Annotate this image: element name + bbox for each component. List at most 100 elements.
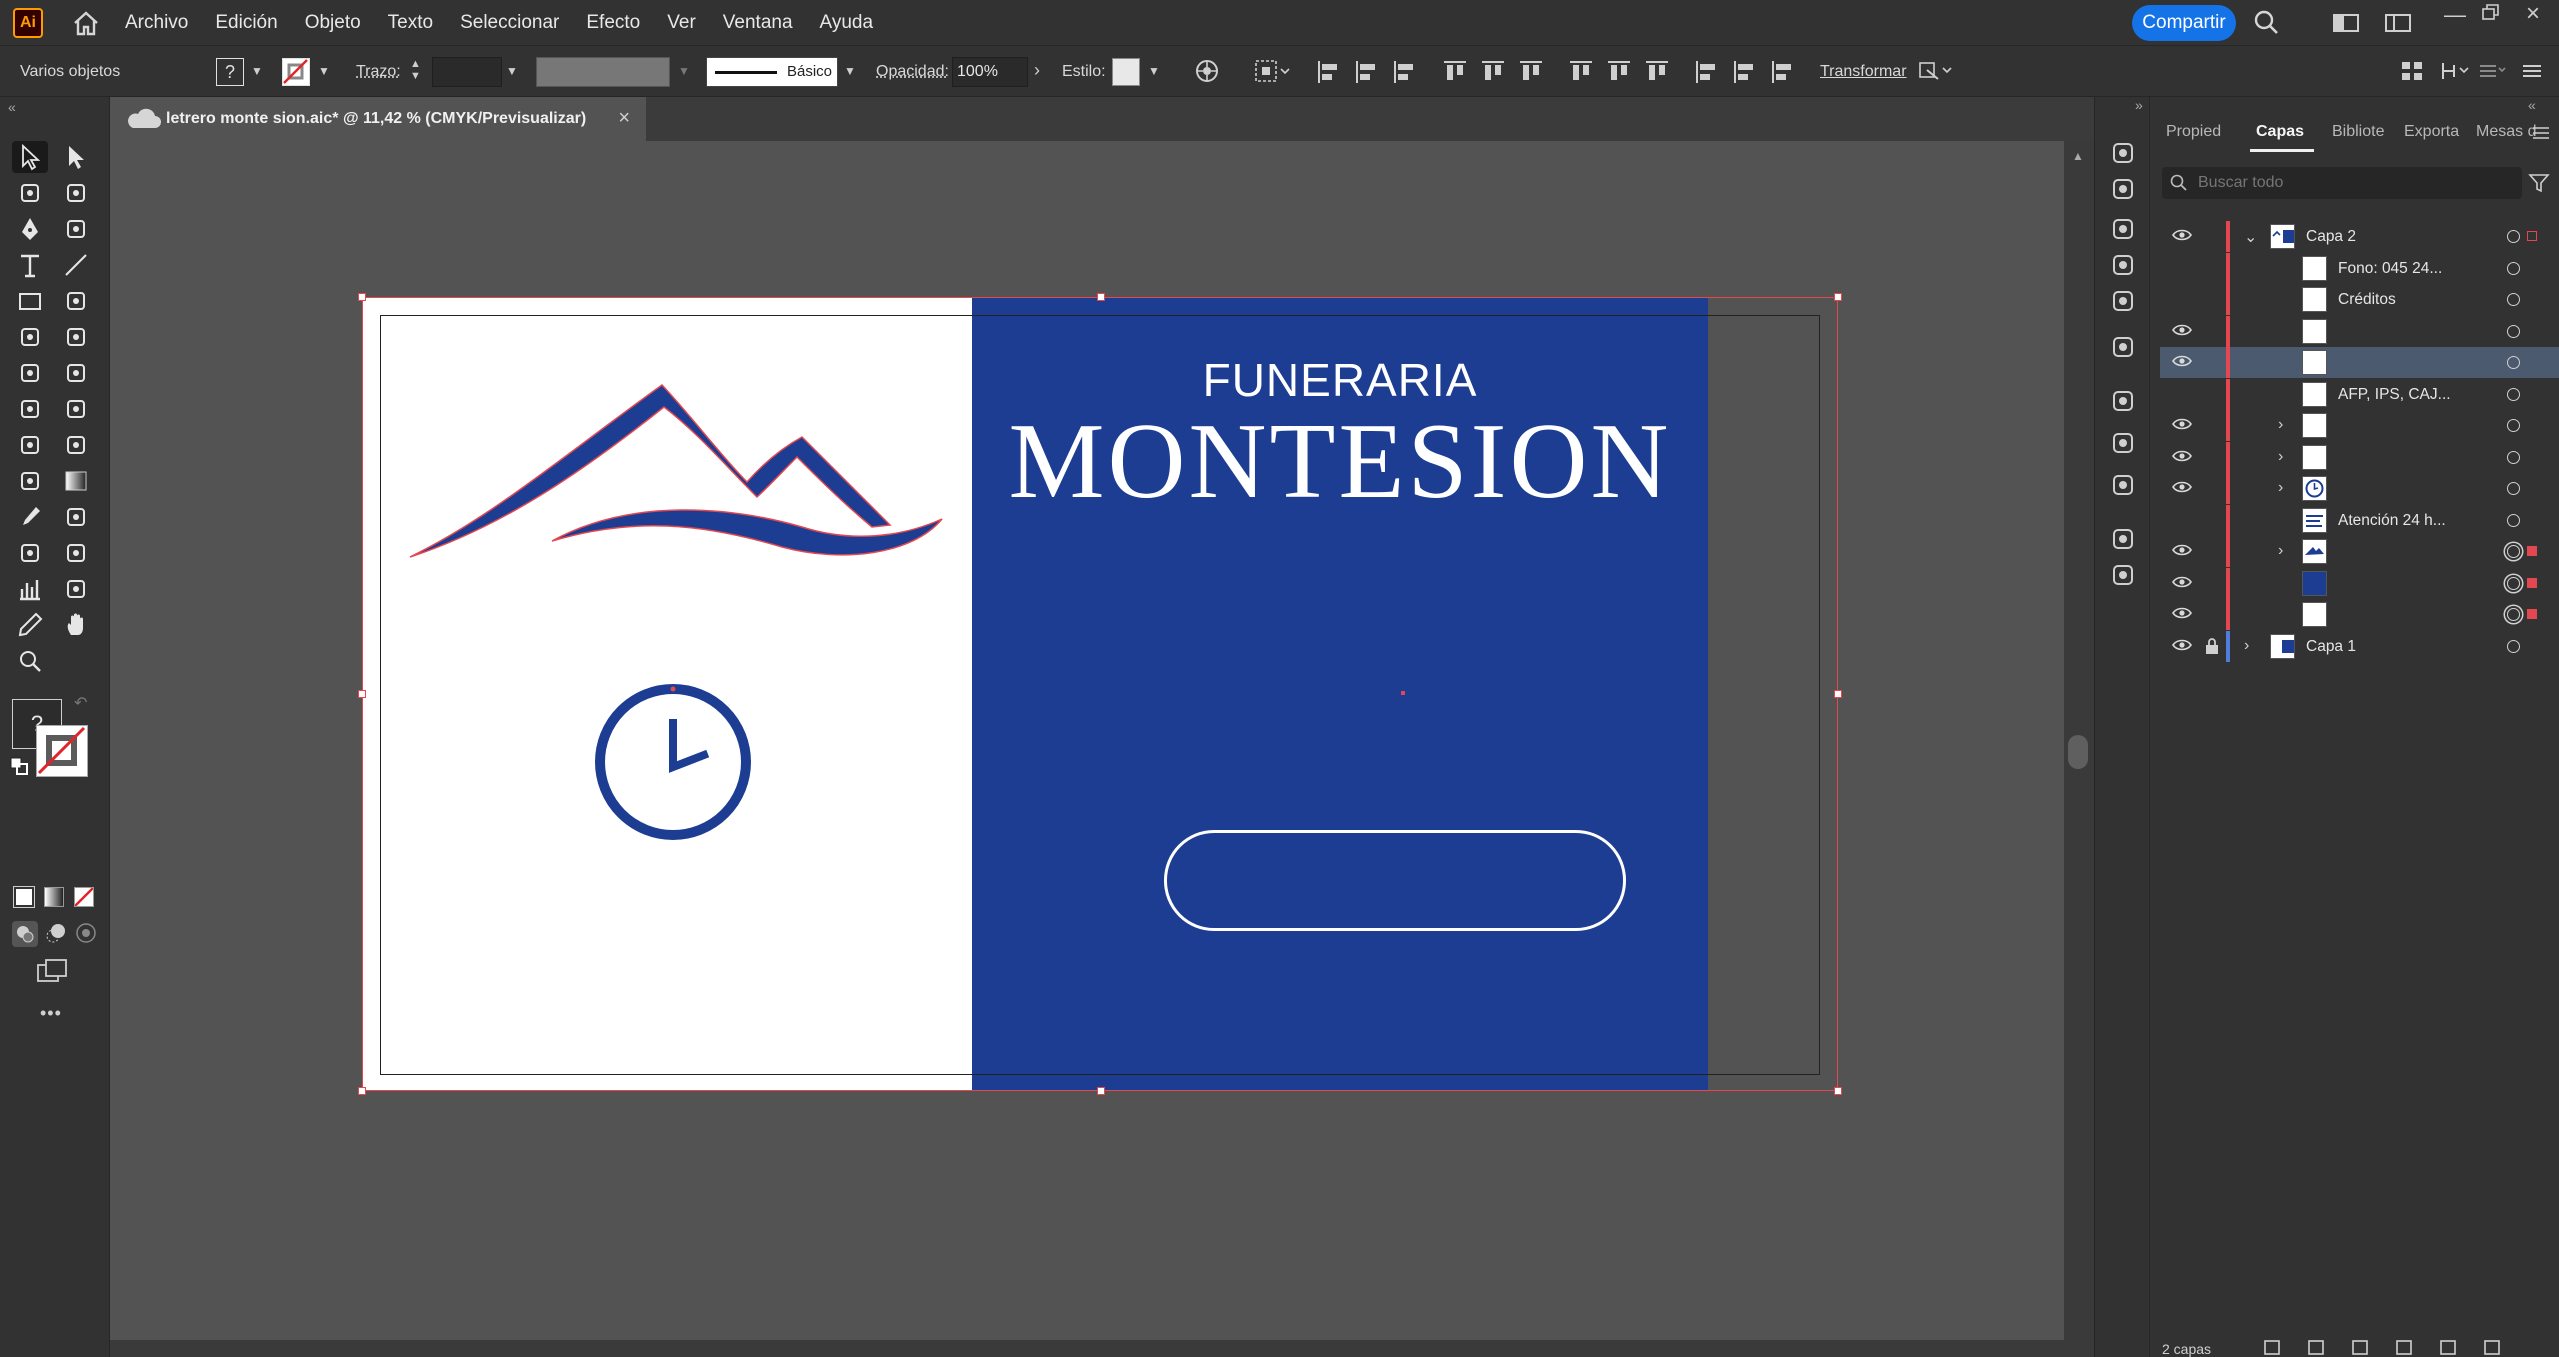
stroke-weight-dropdown-icon[interactable]: ▼ bbox=[506, 64, 518, 78]
puppet-icon[interactable] bbox=[2109, 287, 2137, 320]
control-bar-menu-icon[interactable] bbox=[2520, 59, 2544, 88]
share-button[interactable]: Compartir bbox=[2132, 5, 2236, 41]
eyedropper-tool-icon[interactable] bbox=[12, 501, 48, 533]
layer-name[interactable]: AFP, IPS, CAJ... bbox=[2338, 386, 2451, 404]
sublayer-row[interactable] bbox=[2160, 316, 2559, 347]
visibility-eye-icon[interactable] bbox=[2172, 228, 2192, 247]
color-guide-icon[interactable] bbox=[2109, 525, 2137, 558]
recolor-icon[interactable] bbox=[1194, 58, 1220, 89]
brush-definition[interactable]: Básico bbox=[706, 57, 838, 87]
stroke-swatch[interactable] bbox=[282, 58, 310, 86]
mountain-logo[interactable] bbox=[402, 377, 962, 577]
target-circle-icon[interactable] bbox=[2507, 577, 2520, 590]
slice-tool-icon[interactable] bbox=[58, 573, 94, 605]
isolate-icon[interactable] bbox=[1918, 59, 1954, 88]
align-left-icon[interactable] bbox=[1316, 59, 1342, 85]
pencil-tool-icon[interactable] bbox=[12, 609, 48, 641]
target-circle-icon[interactable] bbox=[2507, 325, 2520, 338]
layer-row[interactable]: ⌄ Capa 2 bbox=[2160, 221, 2559, 252]
selection-handle[interactable] bbox=[358, 1087, 366, 1095]
selection-handle[interactable] bbox=[358, 293, 366, 301]
layer-name[interactable]: Capa 1 bbox=[2306, 638, 2356, 656]
visibility-eye-icon[interactable] bbox=[2172, 480, 2192, 499]
draw-behind-icon[interactable] bbox=[44, 921, 68, 950]
layer-name[interactable]: Capa 2 bbox=[2306, 228, 2356, 246]
selection-handle[interactable] bbox=[358, 690, 366, 698]
shape-builder-tool-icon[interactable] bbox=[12, 429, 48, 461]
swap-arrow-icon[interactable]: ↶ bbox=[74, 693, 87, 713]
target-circle-icon[interactable] bbox=[2507, 356, 2520, 369]
menu-efecto[interactable]: Efecto bbox=[586, 12, 640, 34]
transparency-icon[interactable] bbox=[2109, 215, 2137, 248]
sublayer-row[interactable]: › bbox=[2160, 442, 2559, 473]
collapse-dock-icon[interactable]: « bbox=[2528, 97, 2536, 113]
target-circle-icon[interactable] bbox=[2507, 640, 2520, 653]
type-tool-icon[interactable] bbox=[12, 249, 48, 281]
align-right-icon[interactable] bbox=[1392, 59, 1418, 85]
scroll-thumb[interactable] bbox=[2068, 735, 2088, 769]
stroke-indicator[interactable] bbox=[36, 725, 88, 777]
document-tab[interactable]: letrero monte sion.aic* @ 11,42 % (CMYK/… bbox=[110, 97, 646, 141]
target-circle-icon[interactable] bbox=[2507, 451, 2520, 464]
arrange-icon[interactable] bbox=[2400, 59, 2424, 88]
sublayer-row[interactable] bbox=[2160, 347, 2559, 378]
delete-layer-icon[interactable] bbox=[2482, 1338, 2502, 1357]
distribute-icon[interactable] bbox=[2440, 59, 2470, 88]
target-circle-icon[interactable] bbox=[2507, 514, 2520, 527]
sublayer-row[interactable]: › bbox=[2160, 473, 2559, 504]
gradient-tool-icon[interactable] bbox=[58, 465, 94, 497]
screen-mode-icon[interactable] bbox=[36, 957, 70, 990]
menu-edicion[interactable]: Edición bbox=[215, 12, 277, 34]
rectangle-tool-icon[interactable] bbox=[12, 285, 48, 317]
brush-dropdown-icon[interactable]: ▼ bbox=[844, 64, 856, 78]
clock-icon[interactable] bbox=[592, 681, 754, 843]
symbol-sprayer-tool-icon[interactable] bbox=[12, 537, 48, 569]
selection-handle[interactable] bbox=[1097, 1087, 1105, 1095]
pen-tool-icon[interactable] bbox=[12, 213, 48, 245]
opacity-expand-icon[interactable]: › bbox=[1034, 60, 1040, 81]
selection-indicator[interactable] bbox=[2527, 609, 2537, 619]
puppet-warp-icon[interactable] bbox=[2109, 139, 2137, 172]
stroke-stepper[interactable]: ▲ ▼ bbox=[410, 58, 421, 82]
fill-swatch[interactable]: ? bbox=[216, 58, 244, 86]
draw-inside-icon[interactable] bbox=[74, 921, 98, 950]
visibility-eye-icon[interactable] bbox=[2172, 543, 2192, 562]
home-icon[interactable] bbox=[69, 6, 103, 40]
default-colors-icon[interactable] bbox=[10, 757, 28, 780]
align-v-center-icon[interactable] bbox=[1480, 59, 1506, 85]
scroll-up-icon[interactable]: ▲ bbox=[2072, 149, 2084, 163]
target-circle-icon[interactable] bbox=[2507, 608, 2520, 621]
menu-texto[interactable]: Texto bbox=[388, 12, 433, 34]
layer-name[interactable]: Atención 24 h... bbox=[2338, 512, 2446, 530]
distribute-v-center-icon[interactable] bbox=[1606, 59, 1632, 85]
selection-indicator[interactable] bbox=[2527, 546, 2537, 556]
panel-tab-2[interactable]: Bibliote bbox=[2332, 123, 2384, 141]
artboard-tool-icon[interactable] bbox=[58, 537, 94, 569]
layer-search-input[interactable] bbox=[2198, 170, 2498, 196]
style-dropdown-icon[interactable]: ▼ bbox=[1148, 64, 1160, 78]
target-circle-icon[interactable] bbox=[2507, 419, 2520, 432]
magic-wand-tool-icon[interactable] bbox=[12, 177, 48, 209]
arrange-documents-icon[interactable] bbox=[2382, 7, 2414, 39]
stroke-dropdown-icon[interactable]: ▼ bbox=[318, 64, 330, 78]
pathfinder-icon[interactable] bbox=[2109, 471, 2137, 504]
sublayer-row[interactable]: › bbox=[2160, 536, 2559, 567]
sublayer-row[interactable]: › bbox=[2160, 410, 2559, 441]
blend-tool-icon[interactable] bbox=[58, 501, 94, 533]
selection-indicator[interactable] bbox=[2527, 231, 2537, 241]
panel-options-icon[interactable] bbox=[2478, 59, 2508, 88]
minimize-icon[interactable]: — bbox=[2444, 2, 2466, 28]
search-icon[interactable] bbox=[2250, 6, 2282, 38]
collect-for-export-icon[interactable] bbox=[2262, 1338, 2282, 1357]
make-clipping-mask-icon[interactable] bbox=[2350, 1338, 2370, 1357]
gradient-panel-icon[interactable] bbox=[2109, 429, 2137, 462]
visibility-eye-icon[interactable] bbox=[2172, 449, 2192, 468]
rotate-tool-icon[interactable] bbox=[12, 357, 48, 389]
rounded-rectangle[interactable] bbox=[1164, 830, 1626, 931]
create-layer-icon[interactable] bbox=[2438, 1338, 2458, 1357]
heading-montesion[interactable]: MONTESION bbox=[972, 403, 1708, 522]
heading-funeraria[interactable]: FUNERARIA bbox=[972, 353, 1708, 407]
collapse-chevron-icon[interactable]: ⌄ bbox=[2244, 227, 2257, 247]
align-to-icon[interactable] bbox=[1254, 58, 1292, 89]
sublayer-row[interactable]: AFP, IPS, CAJ... bbox=[2160, 379, 2559, 410]
